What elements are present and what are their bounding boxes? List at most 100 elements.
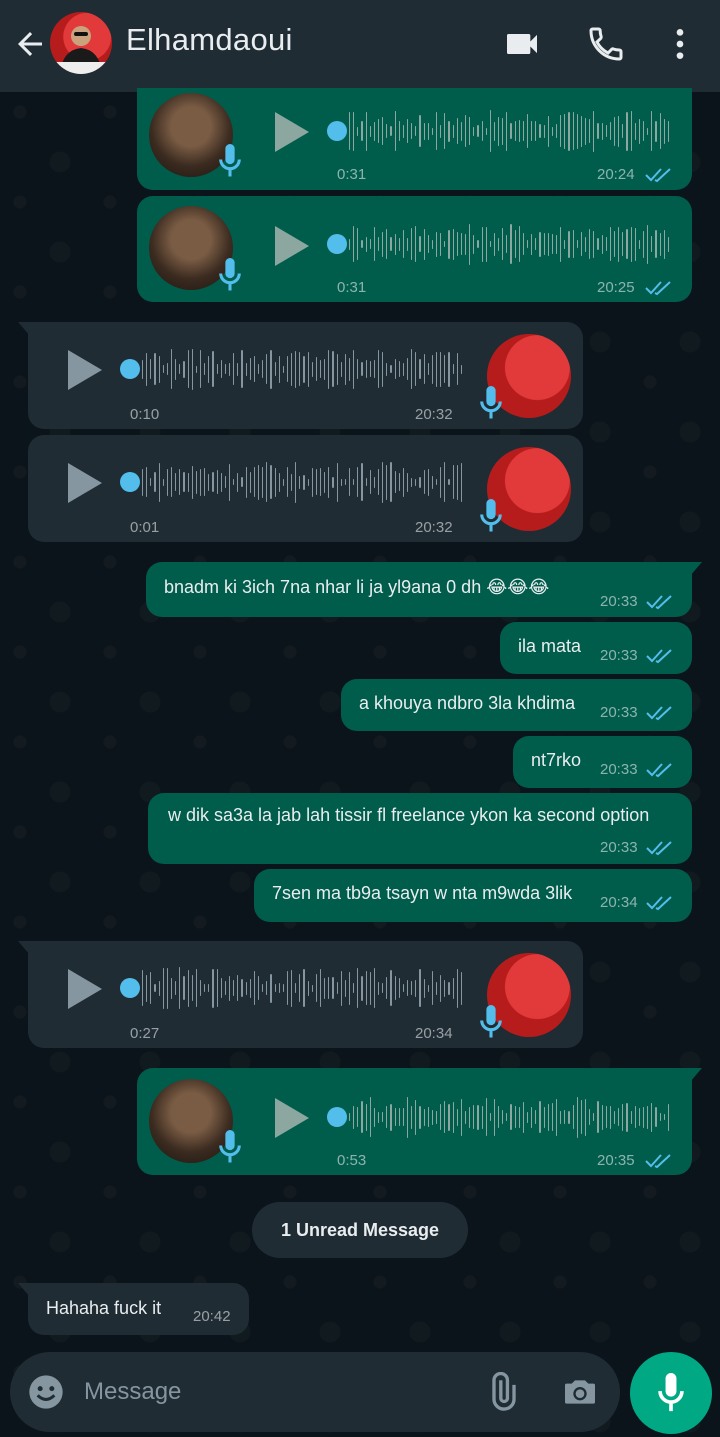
play-icon[interactable] (271, 224, 311, 268)
waveform-bar (386, 977, 388, 999)
waveform-bar (402, 124, 404, 138)
waveform-bar (146, 974, 148, 1002)
waveform-bar (510, 123, 512, 139)
waveform-bar (411, 123, 413, 139)
waveform-bar (336, 982, 338, 994)
waveform-bar (431, 127, 433, 135)
emoji-icon[interactable] (26, 1372, 66, 1412)
video-call-icon[interactable] (502, 24, 542, 64)
voice-message[interactable]: 0:01 20:32 (28, 435, 583, 542)
waveform-bar (618, 115, 620, 147)
waveform-bar (270, 465, 272, 499)
waveform[interactable] (349, 219, 669, 269)
text-message[interactable]: a khouya ndbro 3la khdima 20:33 (341, 679, 692, 731)
record-voice-button[interactable] (630, 1352, 712, 1434)
seek-handle[interactable] (327, 121, 347, 141)
waveform-bar (191, 975, 193, 1001)
arrow-left-icon[interactable] (12, 26, 48, 62)
waveform-bar (315, 357, 318, 381)
waveform-bar (291, 473, 293, 491)
double-check-icon (646, 763, 672, 778)
text-message[interactable]: Hahaha fuck it 20:42 (18, 1283, 249, 1335)
waveform[interactable] (349, 1092, 669, 1142)
waveform-bar (204, 468, 206, 496)
more-vert-icon[interactable] (660, 24, 700, 64)
waveform[interactable] (142, 963, 462, 1013)
seek-handle[interactable] (327, 234, 347, 254)
waveform-bar (419, 359, 421, 379)
voice-message[interactable]: 0:27 20:34 (18, 941, 583, 1048)
waveform-bar (390, 237, 392, 251)
voice-message[interactable]: 0:31 20:25 (137, 196, 692, 302)
double-check-icon (646, 706, 672, 721)
text-message[interactable]: ila mata 20:33 (500, 622, 692, 674)
waveform-bar (427, 122, 429, 140)
waveform[interactable] (349, 106, 669, 156)
voice-duration: 0:53 (337, 1152, 367, 1169)
waveform-bar (518, 1106, 520, 1128)
contact-name[interactable]: Elhamdaoui (126, 22, 293, 58)
waveform-bar (456, 968, 458, 1008)
waveform-bar (419, 476, 421, 488)
voice-message[interactable]: 0:53 20:35 (137, 1068, 702, 1175)
waveform-bar (278, 983, 280, 993)
waveform[interactable] (142, 457, 462, 507)
microphone-icon (480, 499, 502, 532)
seek-handle[interactable] (327, 1107, 347, 1127)
waveform-bar (158, 355, 160, 383)
message-time: 20:32 (415, 406, 453, 423)
waveform-bar (518, 226, 520, 262)
play-icon[interactable] (64, 967, 104, 1011)
waveform-bar (154, 984, 156, 992)
seek-handle[interactable] (120, 472, 140, 492)
play-icon[interactable] (271, 110, 311, 154)
phone-icon[interactable] (586, 24, 626, 64)
waveform-bar (614, 231, 616, 257)
voice-message[interactable]: 0:31 20:24 (137, 88, 692, 190)
waveform-bar (485, 226, 487, 262)
play-icon[interactable] (64, 348, 104, 392)
seek-handle[interactable] (120, 978, 140, 998)
waveform-bar (448, 479, 450, 485)
paperclip-icon[interactable] (482, 1372, 522, 1412)
waveform-bar (390, 365, 392, 373)
waveform-bar (448, 120, 450, 142)
waveform-bar (510, 1104, 512, 1130)
camera-icon[interactable] (560, 1372, 600, 1412)
waveform-bar (183, 976, 185, 1000)
waveform[interactable] (142, 344, 462, 394)
waveform-bar (245, 466, 247, 498)
waveform-bar (382, 231, 384, 257)
text-message[interactable]: bnadm ki 3ich 7na nhar li ja yl9ana 0 dh… (146, 562, 702, 617)
waveform-bar (431, 354, 433, 384)
play-icon[interactable] (271, 1096, 311, 1140)
message-time: 20:24 (597, 166, 635, 183)
text-message[interactable]: 7sen ma tb9a tsayn w nta m9wda 3lik 20:3… (254, 869, 692, 922)
waveform-bar (146, 352, 148, 386)
waveform-bar (357, 228, 359, 260)
text-message[interactable]: nt7rko 20:33 (513, 736, 692, 788)
seek-handle[interactable] (120, 359, 140, 379)
waveform-bar (489, 110, 491, 152)
waveform-bar (481, 1105, 483, 1129)
waveform-bar (622, 232, 624, 256)
waveform-bar (535, 238, 537, 250)
waveform-bar (369, 239, 371, 249)
waveform-bar (489, 241, 491, 247)
waveform-bar (642, 230, 645, 258)
text-message[interactable]: w dik sa3a la jab lah tissir fl freelanc… (148, 793, 692, 864)
contact-avatar[interactable] (50, 12, 112, 74)
waveform-bar (162, 967, 164, 1009)
waveform-bar (349, 238, 351, 250)
waveform-bar (626, 229, 628, 259)
waveform-bar (460, 233, 462, 255)
message-input[interactable]: Message (84, 1378, 181, 1406)
voice-message[interactable]: 0:10 20:32 (18, 322, 583, 429)
waveform-bar (593, 110, 595, 152)
waveform-bar (576, 113, 578, 149)
waveform-bar (506, 235, 508, 253)
waveform-bar (506, 111, 508, 151)
play-icon[interactable] (64, 461, 104, 505)
waveform-bar (622, 124, 624, 138)
waveform-bar (266, 981, 268, 995)
